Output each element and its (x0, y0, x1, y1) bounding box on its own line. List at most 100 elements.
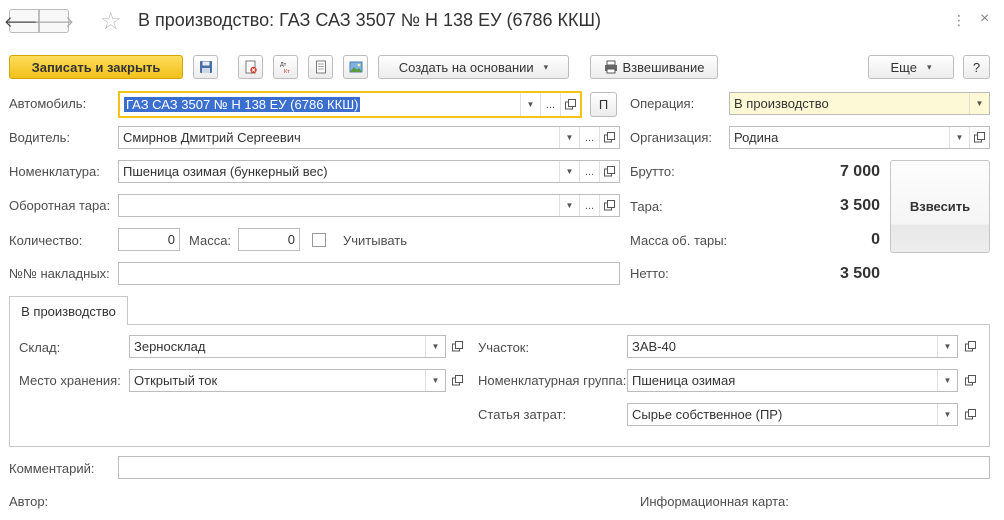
favorite-star-icon[interactable]: ☆ (100, 8, 122, 36)
forward-button[interactable]: 🡒 (34, 9, 74, 33)
report-button[interactable] (308, 55, 333, 79)
open-link-icon[interactable] (599, 127, 619, 148)
image-button[interactable] (343, 55, 368, 79)
returnable-tare-label: Оборотная тара: (9, 198, 111, 213)
open-link-icon[interactable] (448, 371, 466, 389)
gross-label: Брутто: (630, 164, 675, 179)
chevron-down-icon[interactable]: ▼ (937, 404, 957, 425)
cost-item-value: Сырье собственное (ПР) (632, 407, 783, 422)
chevron-down-icon[interactable]: ▼ (937, 336, 957, 357)
ellipsis-icon[interactable]: ... (579, 127, 599, 148)
nomenclature-field[interactable]: Пшеница озимая (бункерный вес) ▼ ... (118, 160, 620, 183)
nomenclature-value: Пшеница озимая (бункерный вес) (123, 164, 328, 179)
printer-icon (604, 60, 617, 74)
open-link-icon[interactable] (961, 337, 979, 355)
chevron-down-icon[interactable]: ▼ (949, 127, 969, 148)
debit-credit-button[interactable]: Дт Кт (273, 55, 298, 79)
info-card-label: Информационная карта: (640, 494, 789, 509)
tare-value: 3 500 (839, 197, 880, 214)
quantity-input[interactable]: 0 (118, 228, 180, 251)
p-button[interactable]: П (590, 92, 617, 117)
chevron-down-icon[interactable]: ▼ (425, 370, 445, 391)
chevron-down-icon[interactable]: ▼ (425, 336, 445, 357)
open-link-icon[interactable] (599, 161, 619, 182)
invoices-label: №№ накладных: (9, 266, 110, 281)
tab-production[interactable]: В производство (9, 296, 128, 325)
help-button[interactable]: ? (963, 55, 990, 79)
delete-post-button[interactable] (238, 55, 263, 79)
chevron-down-icon[interactable]: ▼ (969, 93, 989, 114)
close-icon[interactable]: × (980, 10, 989, 28)
car-field[interactable]: ГАЗ САЗ 3507 № Н 138 ЕУ (6786 ККШ) ▼ ... (118, 91, 582, 118)
cost-item-field[interactable]: Сырье собственное (ПР) ▼ (627, 403, 958, 426)
car-label: Автомобиль: (9, 96, 87, 111)
open-link-icon[interactable] (599, 195, 619, 216)
open-link-icon[interactable] (961, 371, 979, 389)
document-cancel-icon (245, 60, 257, 74)
chevron-down-icon[interactable]: ▼ (559, 161, 579, 182)
create-based-on-button[interactable]: Создать на основании ▾ (378, 55, 569, 79)
chevron-down-icon[interactable]: ▼ (520, 93, 540, 116)
save-button[interactable] (193, 55, 218, 79)
comment-input[interactable] (118, 456, 990, 479)
mass-input[interactable]: 0 (238, 228, 300, 251)
chevron-down-icon[interactable]: ▼ (937, 370, 957, 391)
tab-production-label: В производство (21, 303, 116, 319)
invoices-input[interactable] (118, 262, 620, 285)
open-link-icon[interactable] (961, 405, 979, 423)
operation-value: В производство (734, 96, 829, 111)
quantity-label: Количество: (9, 233, 83, 248)
organization-label: Организация: (630, 130, 713, 145)
ellipsis-icon[interactable]: ... (540, 93, 560, 116)
storage-label: Место хранения: (19, 373, 121, 388)
more-button[interactable]: Еще ▾ (868, 55, 954, 79)
warehouse-field[interactable]: Зерносклад ▼ (129, 335, 446, 358)
organization-value: Родина (734, 130, 779, 145)
storage-value: Открытый ток (134, 373, 218, 388)
weighing-button[interactable]: Взвешивание (590, 55, 718, 79)
create-based-on-label: Создать на основании (398, 59, 534, 75)
open-link-icon[interactable] (448, 337, 466, 355)
debit-credit-icon: ДтКт (280, 62, 290, 74)
svg-text:Дт: Дт (280, 62, 287, 68)
open-link-icon[interactable] (969, 127, 989, 148)
mass-value: 0 (287, 232, 295, 247)
more-label: Еще (890, 59, 917, 75)
driver-label: Водитель: (9, 130, 71, 145)
warehouse-value: Зерносклад (134, 339, 206, 354)
weigh-button[interactable]: Взвесить (890, 160, 990, 253)
chevron-down-icon[interactable]: ▼ (559, 195, 579, 216)
ellipsis-icon[interactable]: ... (579, 161, 599, 182)
driver-field[interactable]: Смирнов Дмитрий Сергеевич ▼ ... (118, 126, 620, 149)
open-link-icon[interactable] (560, 93, 580, 116)
document-icon (315, 60, 326, 74)
gross-value: 7 000 (839, 163, 880, 180)
chevron-down-icon[interactable]: ▼ (559, 127, 579, 148)
account-checkbox[interactable] (312, 233, 326, 247)
comment-label: Комментарий: (9, 461, 95, 476)
cost-item-label: Статья затрат: (478, 407, 567, 422)
returnable-tare-field[interactable]: ▼ ... (118, 194, 620, 217)
organization-field[interactable]: Родина ▼ (729, 126, 990, 149)
account-label: Учитывать (343, 233, 408, 248)
save-and-close-button[interactable]: Записать и закрыть (9, 55, 183, 79)
quantity-value: 0 (167, 232, 175, 247)
section-field[interactable]: ЗАВ-40 ▼ (627, 335, 958, 358)
nomenclature-group-field[interactable]: Пшеница озимая ▼ (627, 369, 958, 392)
operation-select[interactable]: В производство ▼ (729, 92, 990, 115)
page-title: В производство: ГАЗ САЗ 3507 № Н 138 ЕУ … (138, 10, 602, 30)
author-label: Автор: (9, 494, 49, 509)
nomenclature-label: Номенклатура: (9, 164, 100, 179)
net-value: 3 500 (839, 265, 880, 282)
chevron-down-icon: ▾ (926, 61, 932, 72)
mass-label: Масса: (189, 233, 232, 248)
storage-field[interactable]: Открытый ток ▼ (129, 369, 446, 392)
p-button-label: П (598, 97, 609, 112)
arrow-right-icon: 🡒 (33, 13, 75, 31)
svg-text:Кт: Кт (284, 69, 290, 74)
ellipsis-icon[interactable]: ... (579, 195, 599, 216)
driver-value: Смирнов Дмитрий Сергеевич (123, 130, 301, 145)
chevron-down-icon: ▾ (543, 61, 549, 72)
more-vertical-icon[interactable]: ⋮ (952, 12, 966, 29)
nomenclature-group-value: Пшеница озимая (632, 373, 736, 388)
